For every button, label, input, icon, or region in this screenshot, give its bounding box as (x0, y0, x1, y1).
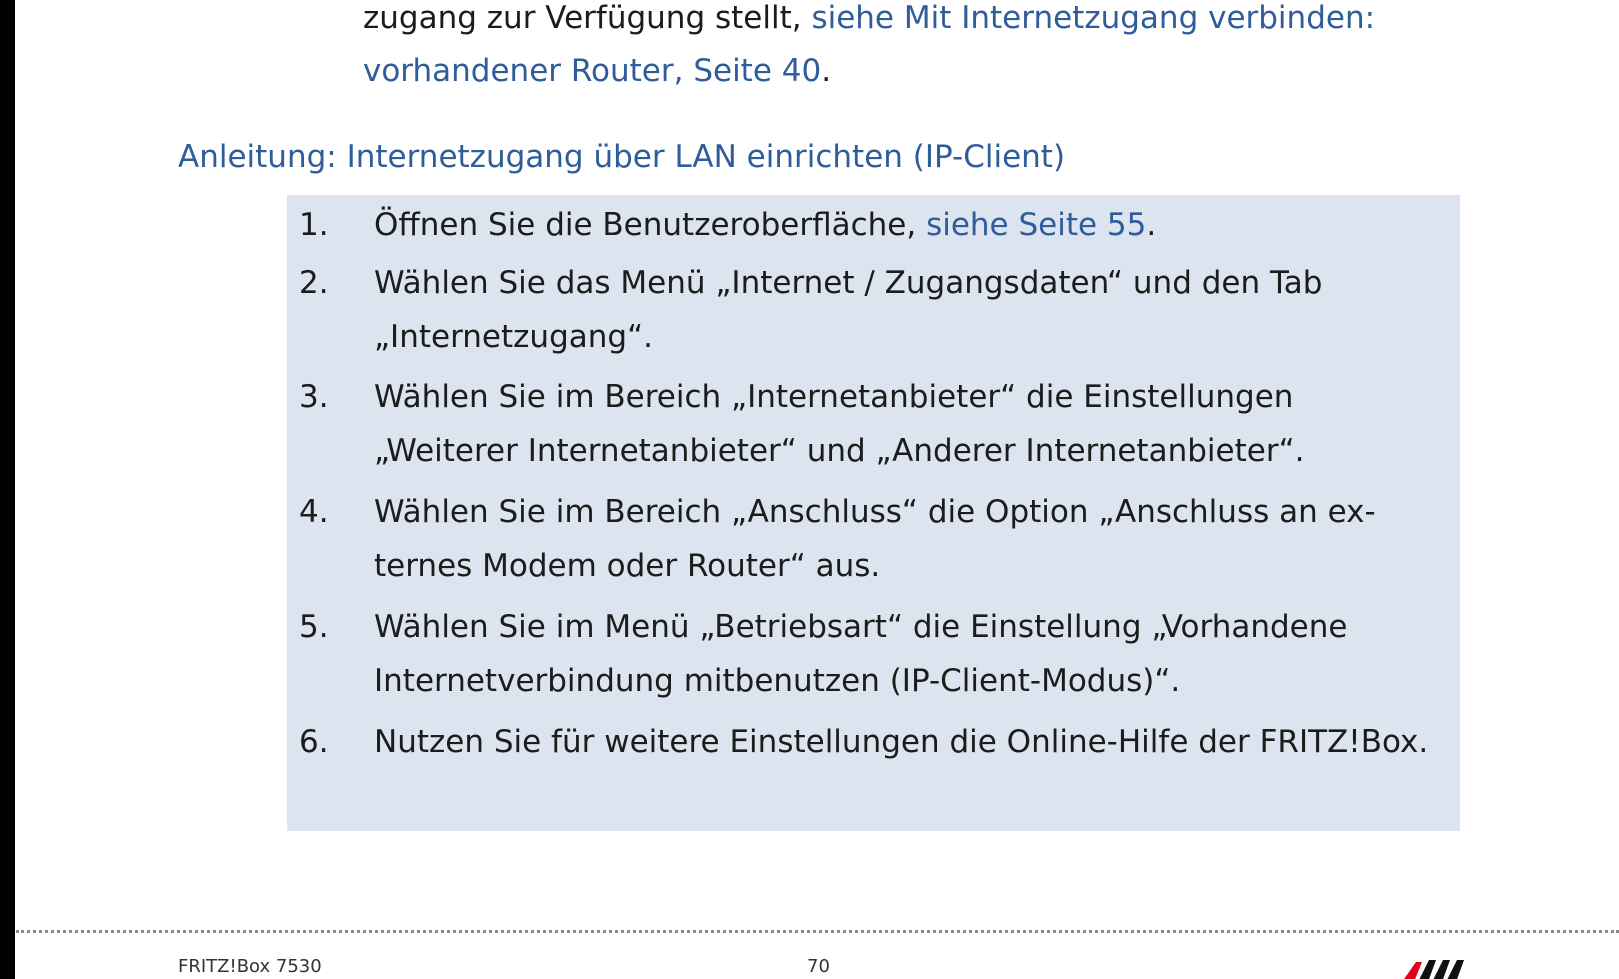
step-text: Wählen Sie im Menü „Betriebsart“ die Ein… (374, 609, 1348, 699)
step-number: 1. (299, 207, 329, 243)
step-number: 2. (299, 265, 329, 301)
step-link[interactable]: siehe Seite 55 (926, 207, 1146, 243)
step-text: Wählen Sie das Menü „Internet / Zugangsd… (374, 265, 1323, 355)
steps-box: 1. Öffnen Sie die Benutzeroberfläche, si… (287, 195, 1460, 831)
footer-divider (16, 930, 1619, 933)
step-text: Wählen Sie im Bereich „Internetanbieter“… (374, 379, 1305, 469)
avm-logo-icon (1402, 958, 1466, 979)
step-text: Wählen Sie im Bereich „Anschluss“ die Op… (374, 494, 1376, 584)
step-text: Öffnen Sie die Benutzeroberfläche, siehe… (374, 198, 1434, 252)
step-text: Nutzen Sie für weitere Einstellungen die… (374, 724, 1429, 760)
step-number: 3. (299, 379, 329, 415)
intro-paragraph: zugang zur Verfügung stellt, siehe Mit I… (363, 0, 1503, 98)
step-number: 4. (299, 494, 329, 530)
intro-text: zugang zur Verfügung stellt, (363, 0, 812, 36)
page-edge-bar (0, 0, 15, 979)
footer-product-name: FRITZ!Box 7530 (178, 956, 322, 977)
step-number: 6. (299, 724, 329, 760)
intro-end: . (821, 53, 832, 89)
footer-page-number: 70 (807, 956, 830, 977)
step-text-end: . (1146, 207, 1157, 243)
step-number: 5. (299, 609, 329, 645)
section-heading: Anleitung: Internetzugang über LAN einri… (178, 139, 1066, 175)
step-text-body: Öffnen Sie die Benutzeroberfläche, (374, 207, 927, 243)
